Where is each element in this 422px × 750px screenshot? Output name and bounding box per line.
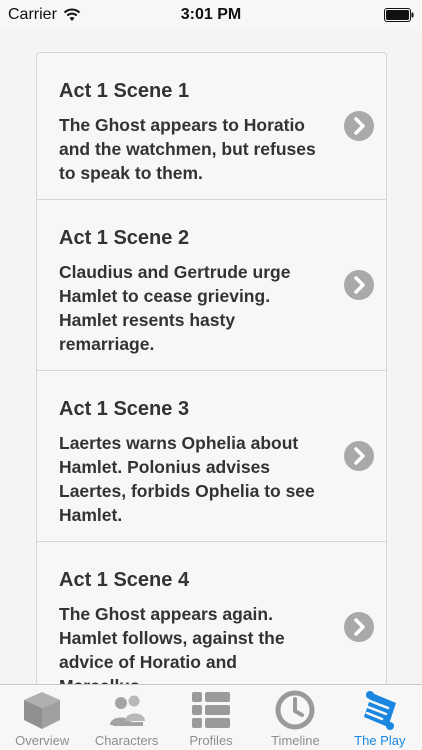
chevron-right-icon[interactable] bbox=[344, 612, 374, 642]
scene-description: The Ghost appears to Horatio and the wat… bbox=[59, 115, 316, 183]
status-time: 3:01 PM bbox=[180, 6, 242, 23]
status-bar: Carrier 3:01 PM bbox=[0, 0, 422, 30]
chevron-right-icon[interactable] bbox=[344, 111, 374, 141]
chevron-right-icon[interactable] bbox=[344, 441, 374, 471]
tab-the-play[interactable]: The Play bbox=[338, 685, 422, 750]
people-icon bbox=[109, 695, 145, 726]
scene-description: Laertes warns Ophelia about Hamlet. Polo… bbox=[59, 433, 315, 525]
battery-icon bbox=[384, 8, 414, 22]
scene-title: Act 1 Scene 2 bbox=[59, 227, 190, 249]
tab-label: The Play bbox=[354, 733, 406, 748]
tab-bar: Overview Characters Profiles Timeline Th… bbox=[0, 684, 422, 750]
tab-label: Profiles bbox=[189, 733, 233, 748]
scene-title: Act 1 Scene 1 bbox=[59, 80, 190, 102]
scene-description: The Ghost appears again. Hamlet follows,… bbox=[59, 604, 285, 691]
scene-row[interactable]: Act 1 Scene 4 The Ghost appears again. H… bbox=[37, 542, 386, 691]
tab-label: Overview bbox=[15, 733, 70, 748]
scene-title: Act 1 Scene 3 bbox=[59, 398, 190, 420]
tab-label: Timeline bbox=[271, 733, 320, 748]
tab-timeline[interactable]: Timeline bbox=[253, 685, 337, 750]
clock-icon bbox=[275, 690, 315, 730]
tab-characters[interactable]: Characters bbox=[84, 685, 168, 750]
tab-overview[interactable]: Overview bbox=[0, 685, 84, 750]
tab-profiles[interactable]: Profiles bbox=[169, 685, 253, 750]
scene-title: Act 1 Scene 4 bbox=[59, 569, 190, 591]
scene-row[interactable]: Act 1 Scene 2 Claudius and Gertrude urge… bbox=[37, 200, 386, 371]
scene-list: Act 1 Scene 1 The Ghost appears to Horat… bbox=[36, 52, 387, 692]
tab-label: Characters bbox=[94, 733, 159, 748]
cube-icon bbox=[24, 692, 61, 729]
chevron-right-icon[interactable] bbox=[344, 270, 374, 300]
list-icon bbox=[192, 692, 231, 728]
scene-description: Claudius and Gertrude urge Hamlet to cea… bbox=[59, 262, 291, 354]
scene-row[interactable]: Act 1 Scene 1 The Ghost appears to Horat… bbox=[37, 53, 386, 200]
scroll-icon bbox=[363, 691, 396, 730]
scene-row[interactable]: Act 1 Scene 3 Laertes warns Ophelia abou… bbox=[37, 371, 386, 542]
